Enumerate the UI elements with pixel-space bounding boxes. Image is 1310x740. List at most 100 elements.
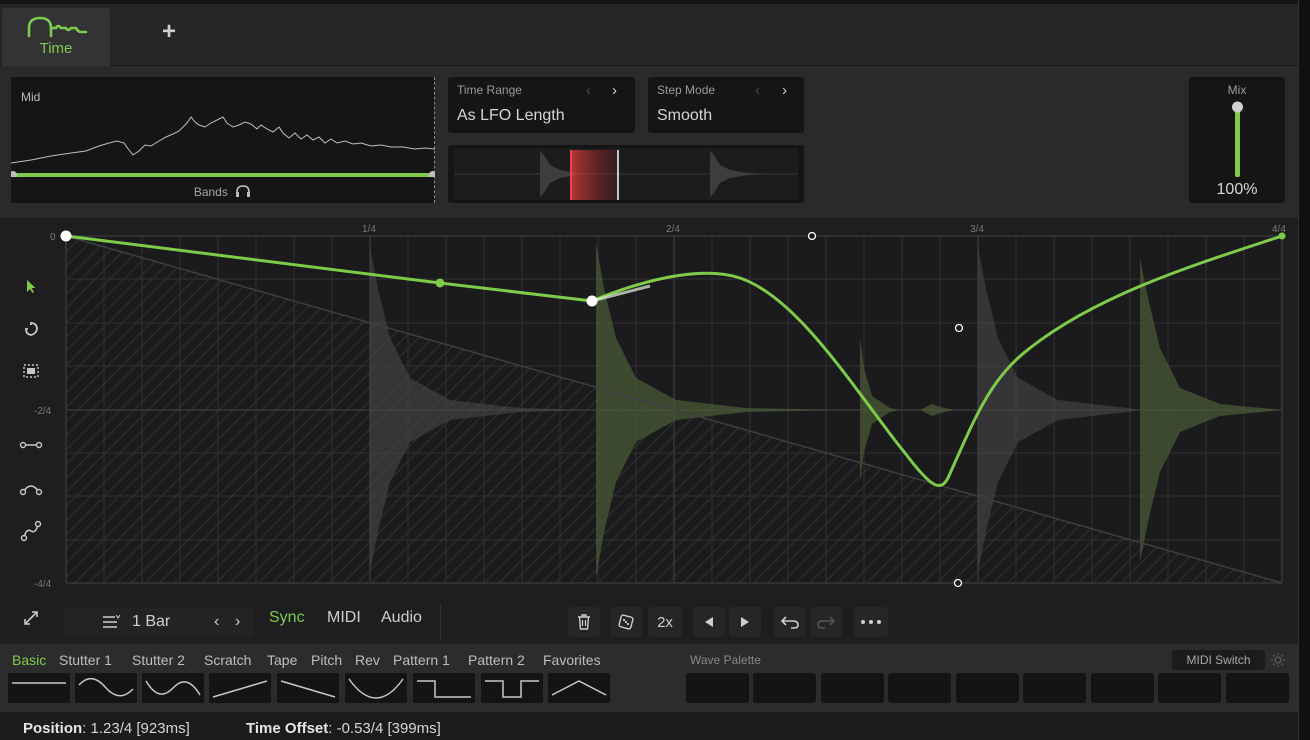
- curve-point-selected[interactable]: [586, 295, 598, 307]
- wave-slot[interactable]: [888, 673, 951, 703]
- palette-tab-pattern-1[interactable]: Pattern 1: [393, 652, 450, 668]
- step-mode-value: Smooth: [657, 107, 713, 124]
- wave-slot[interactable]: [1091, 673, 1154, 703]
- redo-button[interactable]: [810, 607, 842, 637]
- curve-point-end[interactable]: [1278, 232, 1286, 240]
- midi-switch-button[interactable]: MIDI Switch: [1172, 650, 1265, 670]
- lfo-editor[interactable]: 1/4 2/4 3/4 4/4 0 -2/4 -4/4: [0, 218, 1298, 600]
- y-label-mid: -2/4: [34, 406, 52, 417]
- mix-control[interactable]: Mix 100%: [1189, 77, 1285, 203]
- shift-right-button[interactable]: [729, 607, 761, 637]
- curve-point-start[interactable]: [60, 230, 72, 242]
- magnet-tool-icon[interactable]: [18, 316, 44, 342]
- multiply-button[interactable]: 2x: [648, 607, 682, 637]
- undo-icon: [781, 616, 799, 629]
- add-tab-button[interactable]: +: [155, 18, 183, 46]
- time-offset-label: Time Offset: [246, 720, 329, 737]
- palette-tab-tape[interactable]: Tape: [267, 652, 297, 668]
- step-mode-title: Step Mode: [657, 83, 716, 97]
- shape-ramp-up[interactable]: [209, 673, 271, 703]
- palette-tab-pitch[interactable]: Pitch: [311, 652, 342, 668]
- shape-curve[interactable]: [345, 673, 407, 703]
- curve-point[interactable]: [435, 278, 445, 288]
- length-prev-button[interactable]: ‹: [214, 613, 219, 631]
- palette-tab-favorites[interactable]: Favorites: [543, 652, 601, 668]
- sync-toggle[interactable]: Sync: [269, 609, 305, 627]
- shift-left-button[interactable]: [693, 607, 725, 637]
- midi-toggle[interactable]: MIDI: [327, 609, 361, 627]
- wave-slot[interactable]: [821, 673, 884, 703]
- dice-icon: [618, 614, 634, 630]
- tab-time[interactable]: Time: [2, 8, 110, 66]
- shape-flat[interactable]: [8, 673, 70, 703]
- palette-tab-stutter-2[interactable]: Stutter 2: [132, 652, 185, 668]
- shape-ramp-down[interactable]: [277, 673, 339, 703]
- lfo-curve-canvas[interactable]: 1/4 2/4 3/4 4/4 0 -2/4 -4/4: [0, 218, 1298, 600]
- position-label: Position: [23, 720, 83, 737]
- arc-tool-icon[interactable]: [18, 475, 44, 501]
- bands-row[interactable]: Bands: [11, 184, 434, 199]
- curve-tool-icon[interactable]: [18, 518, 44, 544]
- more-options-button[interactable]: [854, 607, 888, 637]
- mix-title: Mix: [1227, 83, 1247, 97]
- time-range-next-button[interactable]: ›: [612, 82, 617, 99]
- wave-slot[interactable]: [686, 673, 749, 703]
- headphones-icon[interactable]: [235, 184, 251, 198]
- position-readout: Position: 1.23/4 [923ms]: [23, 720, 190, 737]
- line-tool-icon[interactable]: [18, 432, 44, 458]
- y-label-min: -4/4: [34, 579, 52, 590]
- palette-tab-stutter-1[interactable]: Stutter 1: [59, 652, 112, 668]
- shape-square-down[interactable]: [413, 673, 475, 703]
- shape-cosine[interactable]: [142, 673, 204, 703]
- audio-toggle[interactable]: Audio: [381, 609, 422, 627]
- curve-handle[interactable]: [807, 231, 817, 241]
- palette-tab-pattern-2[interactable]: Pattern 2: [468, 652, 525, 668]
- time-offset-readout: Time Offset: -0.53/4 [399ms]: [246, 720, 441, 737]
- expand-icon[interactable]: [18, 605, 44, 631]
- curve-handle[interactable]: [954, 323, 964, 333]
- wave-slot[interactable]: [1023, 673, 1086, 703]
- step-mode-next-button[interactable]: ›: [782, 82, 787, 99]
- undo-button[interactable]: [774, 607, 806, 637]
- length-value: 1 Bar: [132, 613, 171, 630]
- randomize-button[interactable]: [610, 607, 642, 637]
- shape-pulse[interactable]: [481, 673, 543, 703]
- shape-triangle[interactable]: [548, 673, 610, 703]
- step-mode-prev-button[interactable]: ‹: [755, 82, 760, 99]
- wave-slot[interactable]: [753, 673, 816, 703]
- settings-gear-icon[interactable]: [1270, 652, 1286, 668]
- time-range-prev-button[interactable]: ‹: [586, 82, 591, 99]
- x-label-3-4: 3/4: [970, 224, 984, 235]
- palette-tab-scratch[interactable]: Scratch: [204, 652, 251, 668]
- x-label-1-4: 1/4: [362, 224, 376, 235]
- trash-icon: [578, 614, 590, 630]
- pointer-tool-icon[interactable]: [18, 273, 44, 299]
- wave-palette-title: Wave Palette: [690, 653, 761, 667]
- overview-waveform[interactable]: [448, 145, 804, 203]
- tab-time-label: Time: [39, 40, 73, 57]
- select-area-tool-icon[interactable]: [18, 358, 44, 384]
- redo-icon: [817, 616, 835, 629]
- length-selector[interactable]: 1 Bar ‹ ›: [94, 607, 254, 637]
- wave-slot[interactable]: [1226, 673, 1289, 703]
- list-icon: [103, 615, 120, 628]
- wave-slot[interactable]: [956, 673, 1019, 703]
- palette-tab-basic[interactable]: Basic: [12, 652, 46, 668]
- bands-label: Bands: [193, 185, 228, 199]
- delete-button[interactable]: [568, 607, 600, 637]
- length-next-button[interactable]: ›: [235, 613, 240, 631]
- palette-tab-rev[interactable]: Rev: [355, 652, 380, 668]
- curve-handle[interactable]: [953, 578, 963, 588]
- time-range-selector[interactable]: Time Range ‹ › As LFO Length: [448, 77, 635, 133]
- more-dots-icon: [861, 620, 881, 624]
- wave-slot[interactable]: [1158, 673, 1221, 703]
- spectrum-display: [11, 116, 435, 177]
- mid-band-panel[interactable]: Mid Bands: [11, 77, 435, 203]
- shape-sine[interactable]: [75, 673, 137, 703]
- step-mode-selector[interactable]: Step Mode ‹ › Smooth: [648, 77, 804, 133]
- mix-slider[interactable]: [1189, 99, 1285, 179]
- status-bar: Position: 1.23/4 [923ms] Time Offset: -0…: [0, 712, 1298, 740]
- toolbar-spacer: [64, 607, 94, 637]
- shape-palette: Basic Stutter 1 Stutter 2 Scratch Tape P…: [0, 644, 1298, 712]
- right-edge-panel: [1298, 0, 1310, 740]
